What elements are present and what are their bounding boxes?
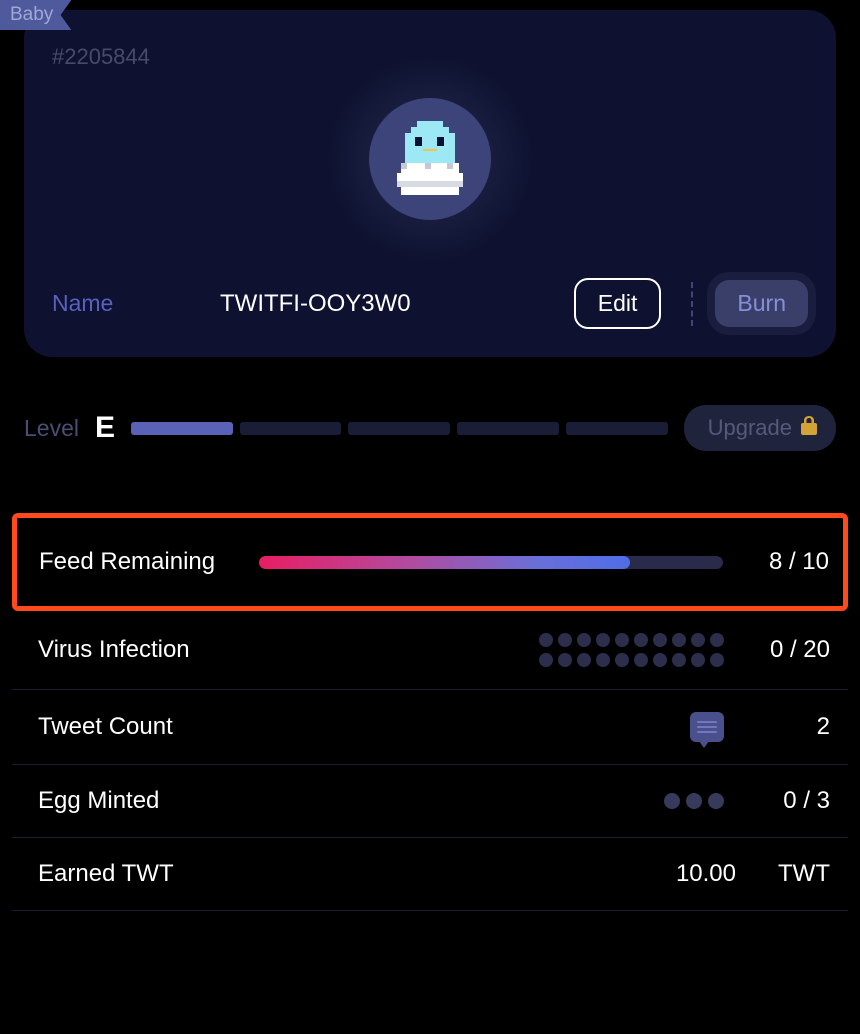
stat-value: 2 (732, 713, 830, 741)
stat-feed-remaining: Feed Remaining 8 / 10 (12, 513, 848, 611)
stat-value: 0 / 20 (732, 636, 830, 664)
edit-button[interactable]: Edit (574, 278, 662, 329)
stat-label: Feed Remaining (39, 548, 259, 576)
name-label: Name (52, 290, 202, 317)
egg-dots (664, 793, 724, 809)
character-card: #2205844 (24, 10, 836, 357)
level-letter: E (95, 411, 115, 445)
level-segment (566, 422, 668, 435)
stats-list: Feed Remaining 8 / 10 Virus Infection 0 … (12, 513, 848, 911)
avatar-container (52, 54, 808, 264)
name-value: TWITFI-OOY3W0 (220, 290, 556, 318)
level-segment (457, 422, 559, 435)
feed-bar (259, 556, 723, 569)
stat-label: Egg Minted (38, 787, 258, 815)
level-row: Level E Upgrade (24, 405, 836, 451)
stat-unit: TWT (760, 860, 830, 888)
stat-label: Tweet Count (38, 713, 258, 741)
level-segment (131, 422, 233, 435)
stat-label: Earned TWT (38, 860, 258, 888)
stat-value: 0 / 3 (732, 787, 830, 815)
stat-earned-twt: Earned TWT 10.00 TWT (12, 838, 848, 911)
bird-avatar-icon (395, 121, 465, 197)
stat-virus-infection: Virus Infection 0 / 20 (12, 611, 848, 690)
burn-button[interactable]: Burn (715, 280, 808, 327)
lock-icon (800, 415, 818, 441)
virus-dots (539, 633, 724, 667)
stat-tweet-count: Tweet Count 2 (12, 690, 848, 765)
feed-fill (259, 556, 630, 569)
upgrade-button[interactable]: Upgrade (684, 405, 836, 451)
upgrade-label: Upgrade (708, 415, 792, 441)
stat-value: 10.00 (638, 860, 736, 888)
level-label: Level (24, 415, 79, 442)
level-segment (348, 422, 450, 435)
stage-ribbon: Baby (0, 0, 71, 30)
level-segment (240, 422, 342, 435)
stat-egg-minted: Egg Minted 0 / 3 (12, 765, 848, 838)
chat-icon (690, 712, 724, 742)
level-progress (131, 422, 668, 435)
stat-value: 8 / 10 (731, 548, 829, 576)
divider (691, 282, 693, 326)
stat-label: Virus Infection (38, 636, 258, 664)
